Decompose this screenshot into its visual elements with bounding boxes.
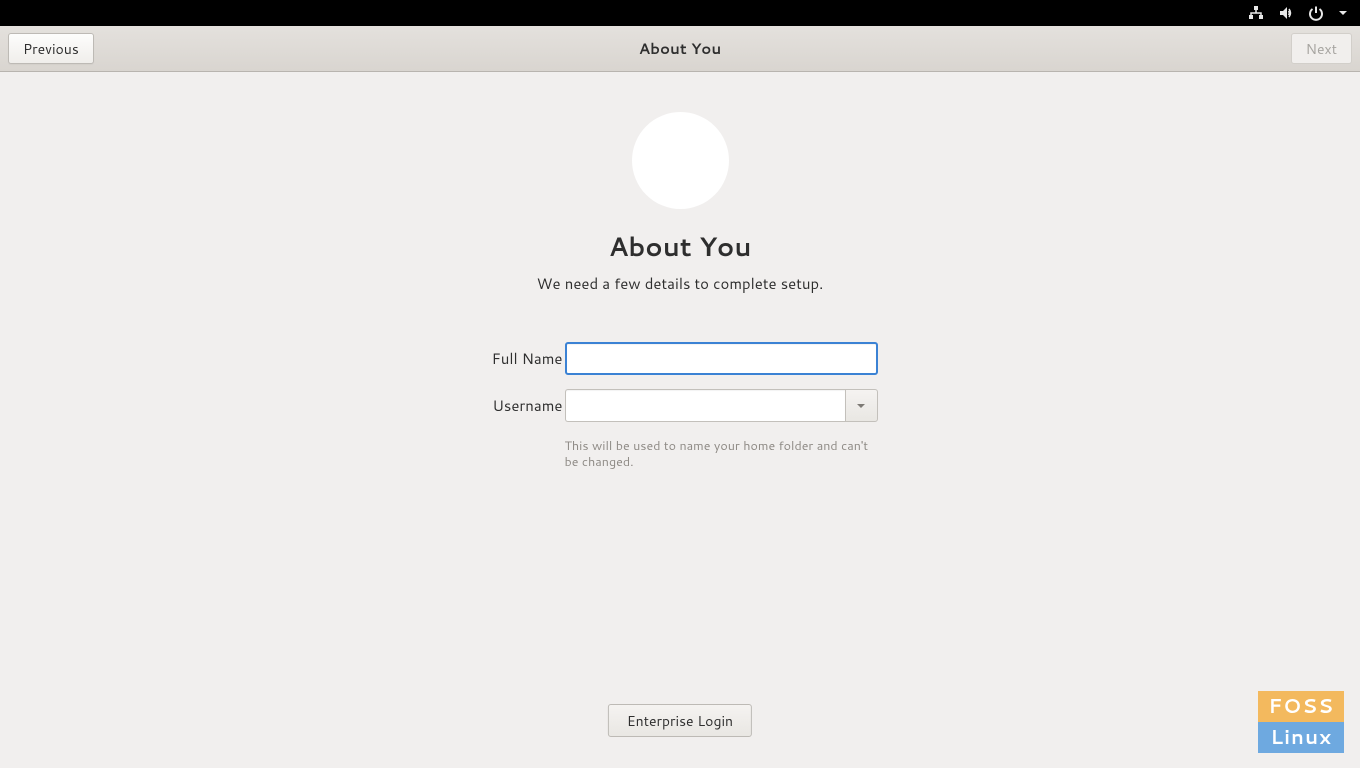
full-name-label: Full Name (483, 348, 565, 369)
network-icon[interactable] (1248, 5, 1264, 21)
page-heading: About You (609, 229, 752, 265)
page-subtitle: We need a few details to complete setup. (537, 273, 824, 294)
username-row: Username (483, 389, 878, 422)
avatar-placeholder[interactable] (632, 112, 729, 209)
chevron-down-icon[interactable] (1338, 8, 1348, 18)
next-button[interactable]: Next (1291, 33, 1352, 64)
enterprise-login-button[interactable]: Enterprise Login (608, 704, 752, 737)
main-content: About You We need a few details to compl… (0, 72, 1360, 471)
full-name-row: Full Name (483, 342, 878, 375)
volume-icon[interactable] (1278, 5, 1294, 21)
system-top-panel (0, 0, 1360, 26)
previous-button[interactable]: Previous (8, 33, 94, 64)
user-form: Full Name Username This will be used to … (483, 342, 878, 471)
username-hint: This will be used to name your home fold… (565, 436, 878, 471)
username-input[interactable] (565, 389, 845, 422)
header-bar: Previous About You Next (0, 26, 1360, 72)
power-icon[interactable] (1308, 5, 1324, 21)
header-title: About You (639, 38, 721, 59)
username-label: Username (483, 395, 565, 416)
watermark: FOSS Linux (1258, 691, 1344, 753)
watermark-linux: Linux (1258, 722, 1344, 753)
username-combo (565, 389, 878, 422)
watermark-foss: FOSS (1258, 691, 1344, 722)
username-dropdown-button[interactable] (845, 389, 878, 422)
full-name-input[interactable] (565, 342, 878, 375)
chevron-down-icon (856, 401, 866, 411)
